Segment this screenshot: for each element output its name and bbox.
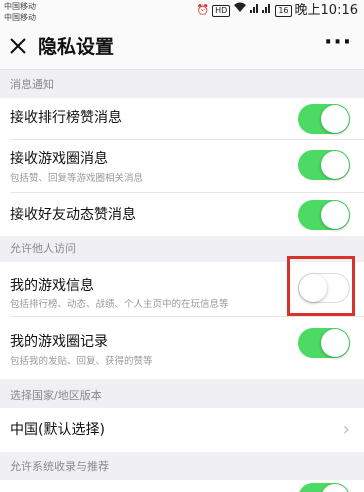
row-my-game-circle: 我的游戏圈记录 包括我的发贴、回复、获得的赞等 <box>0 317 364 379</box>
rank-like-toggle[interactable] <box>298 104 350 134</box>
section-label-system: 允许系统收录与推荐 <box>10 460 109 473</box>
page-header: 隐私设置 ··· <box>0 25 364 70</box>
row-title: 我的游戏圈记录 <box>10 334 108 350</box>
row-subtitle: 包括排行榜、动态、战绩、个人主页中的在玩信息等 <box>10 299 229 310</box>
section-label-region: 选择国家/地区版本 <box>10 389 102 402</box>
clock-time: 晚上10:16 <box>294 3 358 18</box>
row-title: 接收好友动态赞消息 <box>10 207 136 223</box>
carrier-2: 中国移动 <box>4 13 36 22</box>
wifi-icon <box>233 2 247 20</box>
row-friend-like: 接收好友动态赞消息 <box>0 193 364 236</box>
signal-icon <box>250 2 272 20</box>
row-region-choice[interactable]: 中国(默认选择) › <box>0 408 364 452</box>
my-game-circle-toggle[interactable] <box>298 328 350 358</box>
row-title: 接收排行榜赞消息 <box>10 110 122 126</box>
row-rank-like: 接收排行榜赞消息 <box>0 98 364 140</box>
status-icons: ⏰ HD 16 晚上10:16 <box>197 2 358 20</box>
close-icon <box>10 38 26 54</box>
toggle-knob <box>321 151 349 179</box>
battery-icon: 16 <box>275 5 292 17</box>
row-subtitle: 包括赞、回复等游戏圈相关消息 <box>10 173 144 184</box>
highlight-box <box>287 256 355 316</box>
hd-icon: HD <box>212 5 231 17</box>
status-bar: 中国移动 中国移动 ⏰ HD 16 晚上10:16 <box>0 0 364 25</box>
toggle-knob <box>321 105 349 133</box>
close-button[interactable] <box>6 33 32 59</box>
carrier-1: 中国移动 <box>4 2 36 11</box>
row-title: 我的游戏信息 <box>10 278 94 294</box>
carrier-labels: 中国移动 中国移动 <box>4 1 36 23</box>
page-title: 隐私设置 <box>38 36 115 58</box>
toggle-knob <box>321 201 349 229</box>
partial-toggle[interactable] <box>298 483 350 492</box>
friend-like-toggle[interactable] <box>298 200 350 230</box>
chevron-right-icon: › <box>342 419 350 440</box>
toggle-knob <box>321 484 349 492</box>
row-title: 中国(默认选择) <box>10 422 105 438</box>
toggle-knob <box>321 329 349 357</box>
more-options-button[interactable]: ··· <box>324 32 351 60</box>
section-label-allow-visit: 允许他人访问 <box>10 242 76 255</box>
row-partial <box>0 480 364 492</box>
alarm-icon: ⏰ <box>196 5 210 16</box>
row-title: 接收游戏圈消息 <box>10 151 108 167</box>
row-subtitle: 包括我的发贴、回复、获得的赞等 <box>10 356 153 367</box>
row-game-circle: 接收游戏圈消息 包括赞、回复等游戏圈相关消息 <box>0 140 364 193</box>
section-label-message-notice: 消息通知 <box>10 78 54 91</box>
game-circle-toggle[interactable] <box>298 150 350 180</box>
